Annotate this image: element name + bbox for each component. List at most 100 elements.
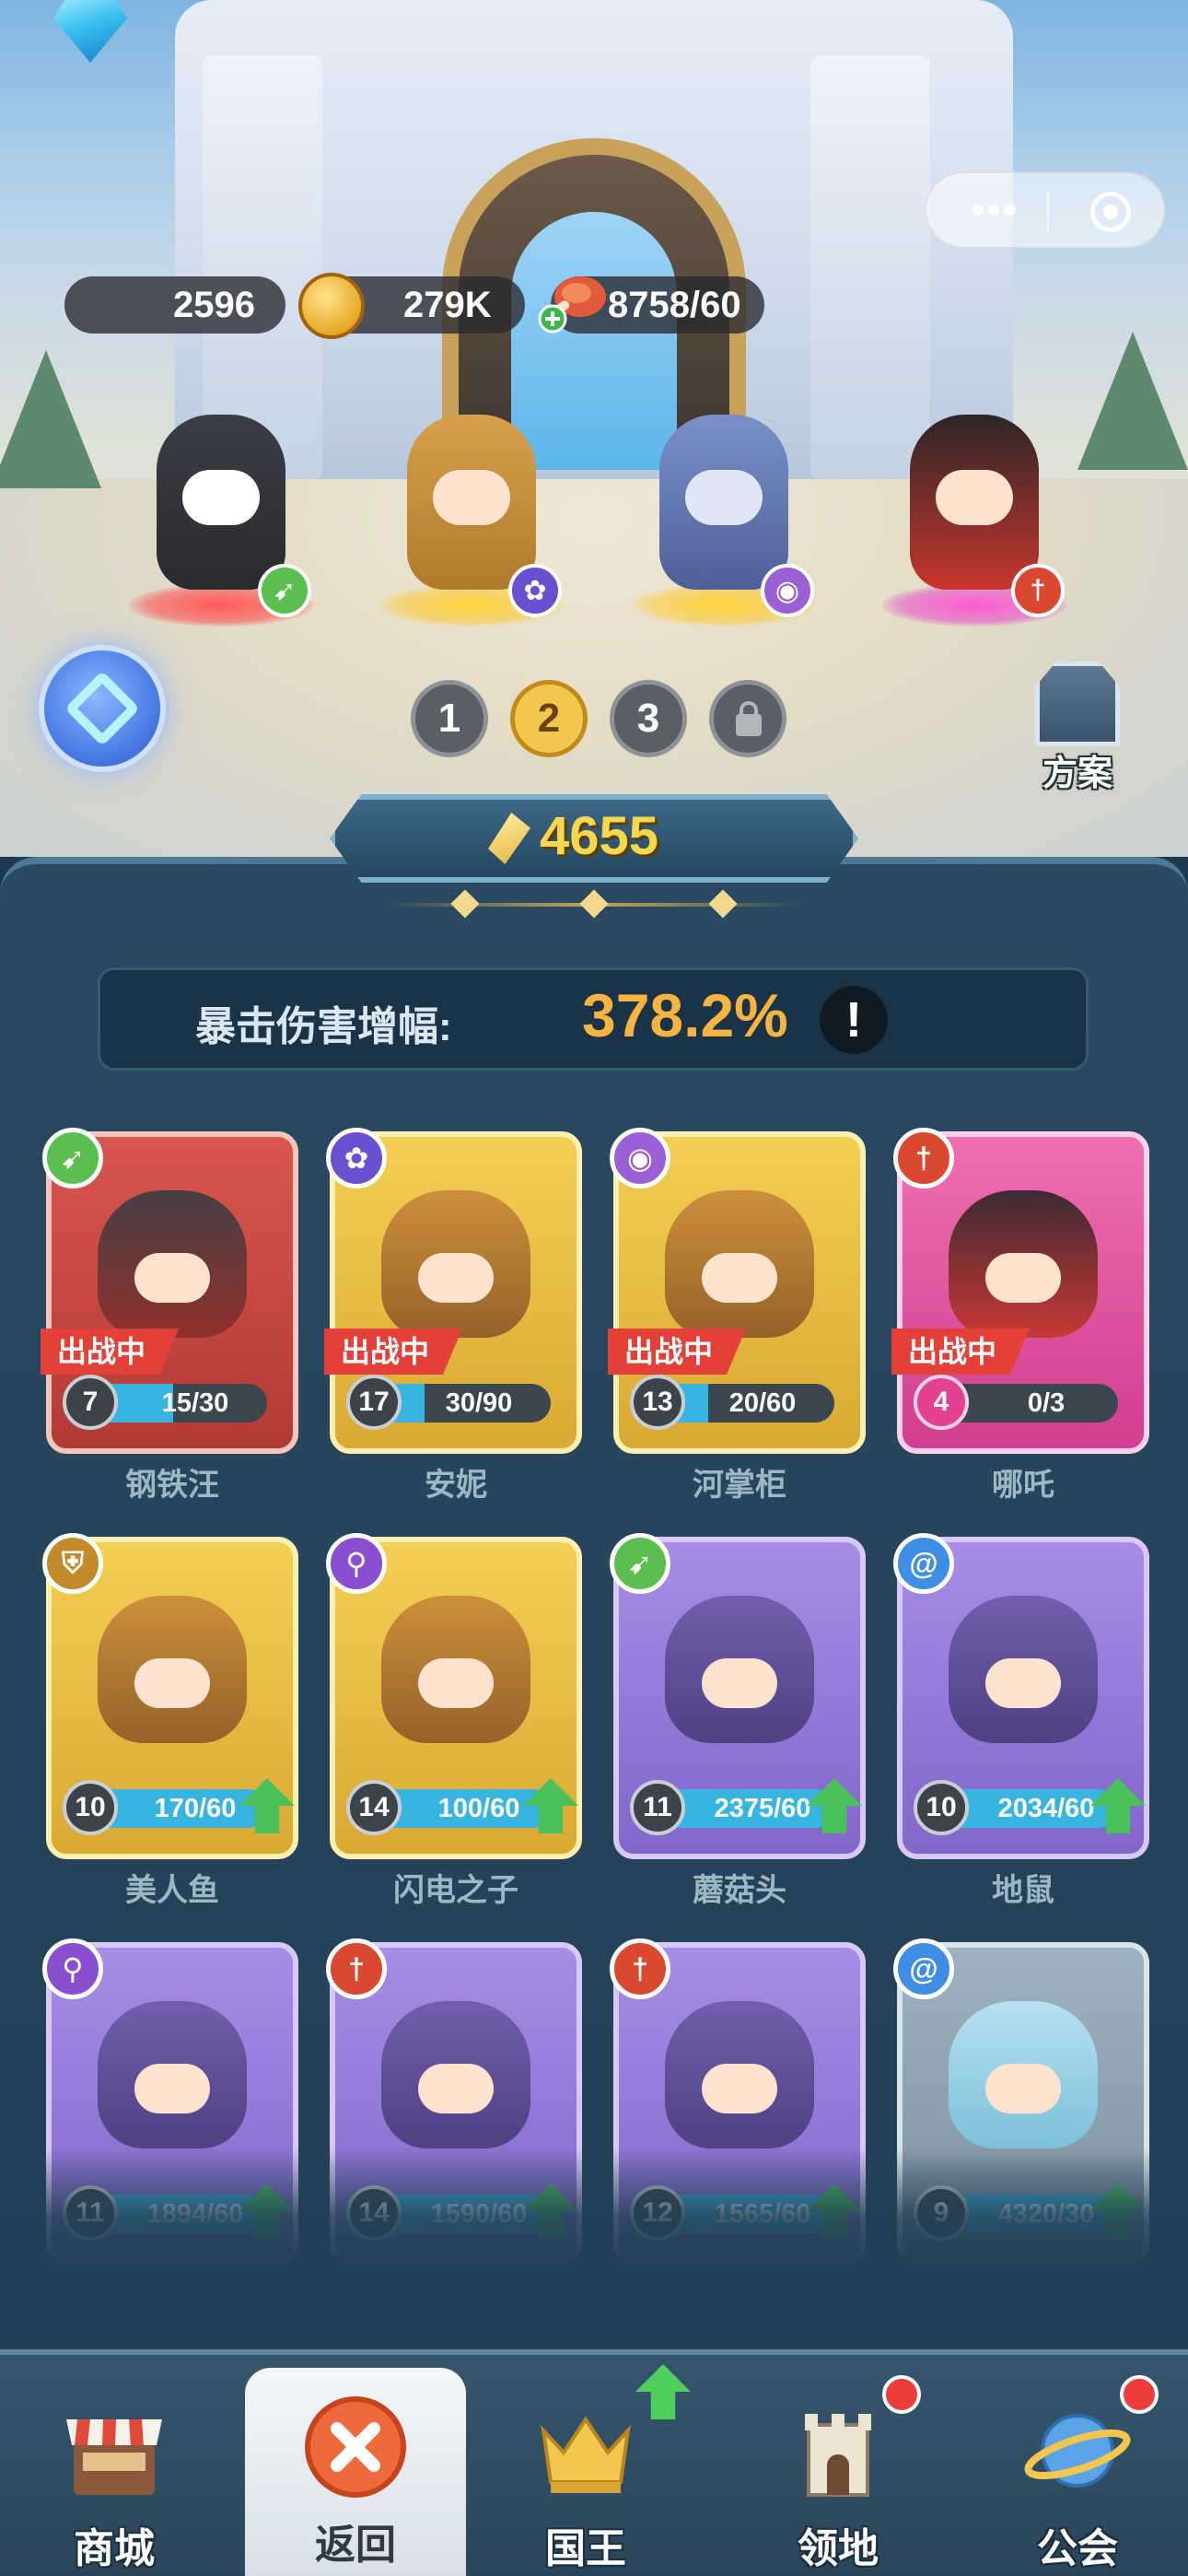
plan-label: 方案 [1042,755,1112,793]
hero-card[interactable]: ➹ 2375/60 11 蘑菇头 [610,1533,866,1908]
miniprogram-capsule[interactable]: ••• [925,171,1166,249]
hero-portrait-face [134,1658,210,1708]
hero-name: 钢铁汪 [125,1468,219,1503]
gems-value: 2596 [173,285,255,325]
level-progress-text: 20/60 [728,1388,797,1418]
nav-territory-label: 领地 [798,2526,879,2571]
capsule-divider [1047,192,1049,232]
nav-back[interactable]: 返回 [245,2368,466,2576]
level-progress-text: 15/30 [161,1388,229,1418]
sword-icon: † [326,1938,387,1999]
hero-level: 14 [346,1780,402,1835]
eye-icon: ◉ [761,564,814,617]
hero-level: 4 [914,1375,969,1430]
plan-button[interactable]: 方案 [1022,662,1133,793]
hero-portrait-face [985,1253,1061,1303]
level-progress-text: 100/60 [437,1794,520,1823]
level-progress-text: 170/60 [154,1794,237,1823]
deployed-badge: 出战中 [324,1329,462,1375]
hero-portrait-face [702,1658,777,1708]
deployed-badge: 出战中 [608,1329,746,1375]
hero-card[interactable]: ⛨ 170/60 10 美人鱼 [42,1533,298,1908]
diamond-icon [64,670,141,747]
team-slot-locked[interactable] [709,680,786,757]
swap-helmet-icon [1035,662,1120,746]
gems-counter[interactable]: 2596 [64,276,285,334]
nav-guild-label: 公会 [1037,2526,1118,2571]
hero-name: 闪电之子 [393,1873,518,1908]
scene-hero-steel-dog[interactable]: ➹ [129,396,313,626]
hero-face [936,470,1013,525]
hero-name: 美人鱼 [125,1873,219,1908]
deployed-badge: 出战中 [41,1329,179,1375]
hero-face [433,470,510,525]
hero-card[interactable]: ✿ 出战中 30/90 17 安妮 [324,1128,582,1503]
hero-level: 11 [630,1780,685,1835]
sword-icon: † [893,1128,954,1188]
paw-icon: ✿ [508,564,562,617]
meat-plus-icon[interactable] [534,267,611,339]
nav-shop[interactable]: 商城 [4,2359,225,2576]
nav-back-label: 返回 [315,2523,396,2568]
bow-icon: ➹ [610,1533,670,1594]
crit-damage-label: 暴击伤害增幅: [195,1004,452,1049]
lock-icon [736,701,762,736]
hero-card[interactable]: ◉ 出战中 20/60 13 河掌柜 [608,1128,866,1503]
list-fade [0,2147,1188,2349]
hero-card[interactable]: ⚲ 100/60 14 闪电之子 [326,1533,582,1908]
team-slot-2[interactable]: 2 [510,680,588,757]
hero-portrait-face [418,1658,494,1708]
tree-right [1077,332,1188,470]
hero-card[interactable]: @ 2034/60 10 地鼠 [893,1533,1149,1908]
sword-icon: † [610,1938,670,1999]
hero-name: 蘑菇头 [693,1873,786,1908]
scene-hero-annie[interactable]: ✿ [379,396,564,626]
level-progress-text: 0/3 [1027,1388,1066,1418]
level-progress-text: 30/90 [445,1388,513,1418]
paw-icon: ✿ [326,1128,387,1188]
staff-icon: ⚲ [326,1533,387,1594]
hero-portrait-face [702,1253,777,1303]
close-icon [305,2396,406,2498]
hero-face [685,470,763,525]
bow-icon: ➹ [42,1128,103,1188]
shield-icon: ⛨ [42,1533,103,1594]
shop-stall-icon [66,2419,162,2495]
hero-portrait-face [985,1658,1061,1708]
hero-name: 河掌柜 [693,1468,786,1503]
nav-shop-label: 商城 [74,2526,155,2571]
close-miniprogram-icon[interactable] [1090,192,1131,232]
power-value: 4655 [540,806,659,866]
hero-name: 安妮 [425,1468,487,1503]
level-progress-text: 2375/60 [714,1794,811,1823]
hero-portrait-face [418,2064,494,2113]
hero-portrait-face [702,2064,777,2113]
hero-card[interactable]: † 出战中 0/3 4 哪吒 [891,1128,1149,1503]
coins-value: 279K [403,285,492,325]
bow-icon: ➹ [258,564,311,617]
hero-level: 13 [630,1375,685,1430]
hero-face [182,470,260,525]
scene-hero-nezha[interactable]: † [882,396,1066,626]
spiral-icon: @ [893,1533,954,1594]
hero-portrait-face [134,2064,210,2113]
notification-dot [1120,2375,1159,2414]
skill-button[interactable] [39,645,166,772]
more-icon[interactable]: ••• [971,190,1019,230]
hero-name: 哪吒 [992,1468,1054,1503]
level-progress-text: 2034/60 [997,1794,1095,1823]
scene-hero-river-keeper[interactable]: ◉ [632,396,816,626]
eye-icon: ◉ [610,1128,670,1188]
hero-card[interactable]: ➹ 出战中 15/30 7 钢铁汪 [41,1128,298,1503]
team-slot-1[interactable]: 1 [411,680,488,757]
info-icon[interactable]: ! [820,986,888,1054]
hero-portrait-face [134,1253,210,1303]
notification-dot [882,2375,921,2414]
hero-portrait-face [418,1253,494,1303]
deployed-badge: 出战中 [891,1329,1030,1375]
hero-level: 7 [63,1375,118,1430]
coin-icon [298,273,365,339]
crown-icon [541,2416,631,2493]
team-slot-3[interactable]: 3 [610,680,687,757]
hero-level: 10 [63,1780,118,1835]
